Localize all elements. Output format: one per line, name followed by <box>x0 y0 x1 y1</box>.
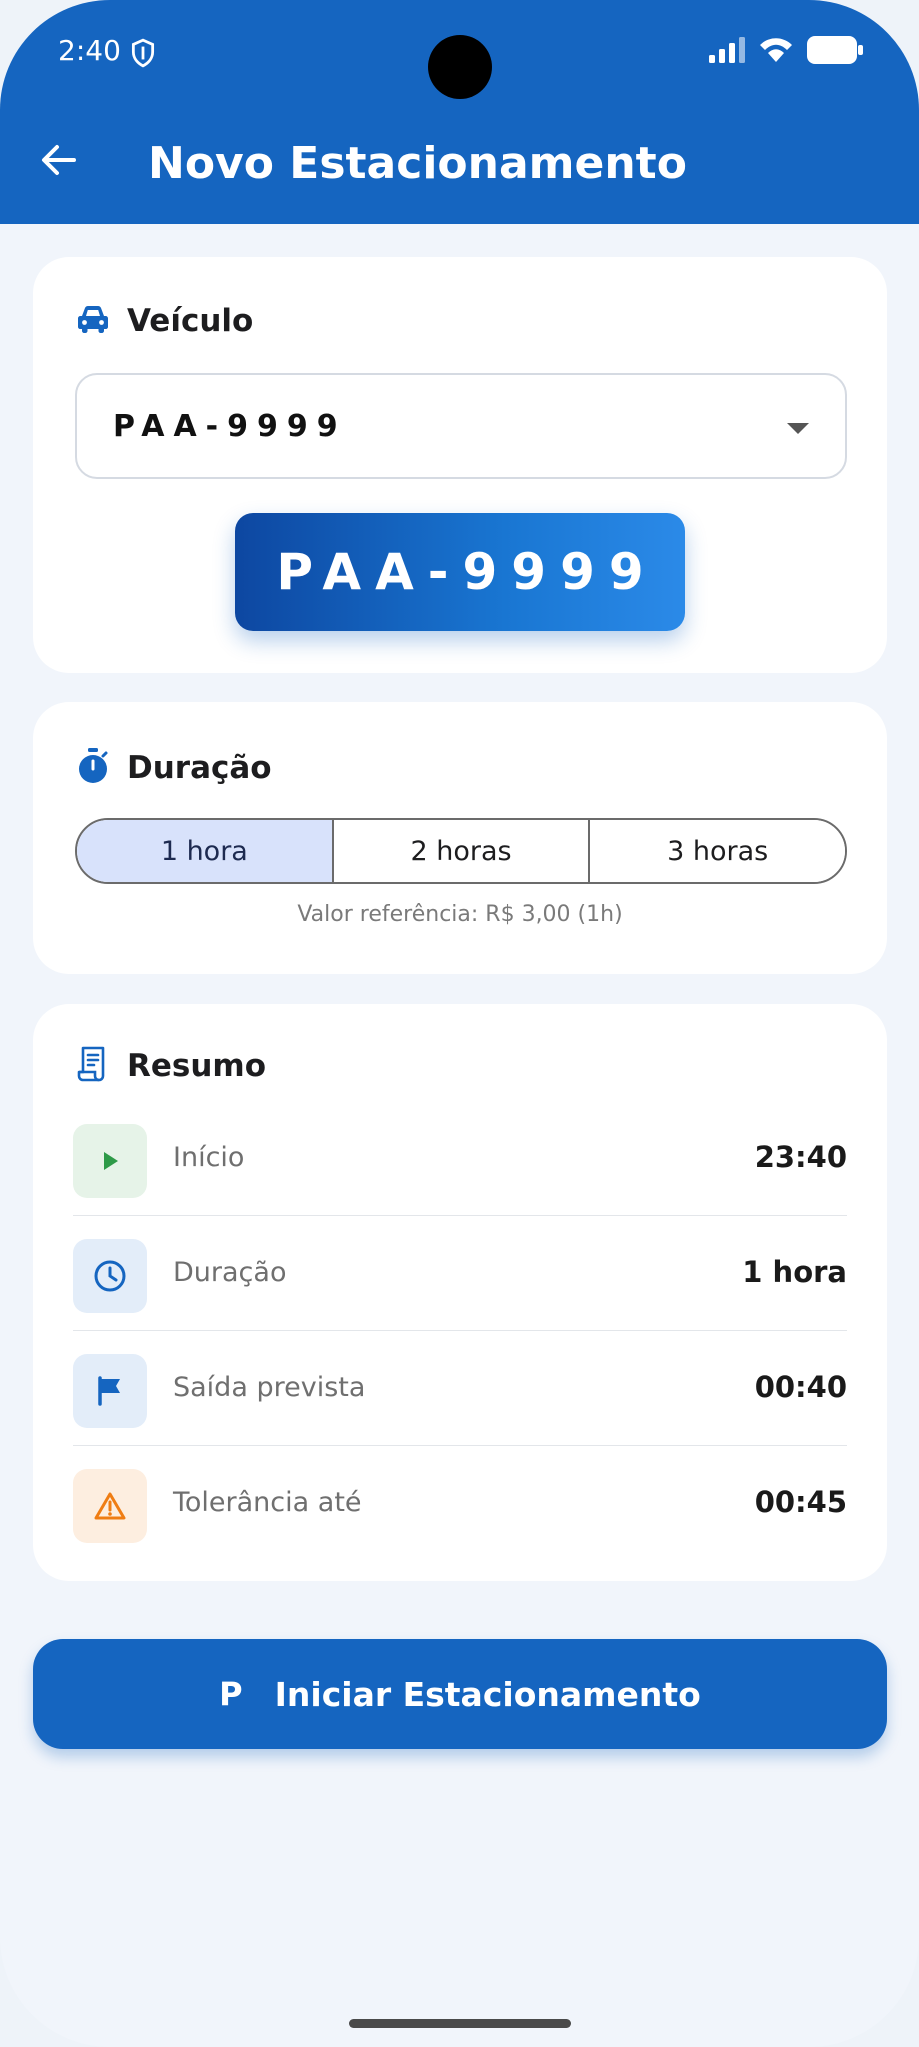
summary-start-label: Início <box>173 1142 245 1173</box>
page-title: Novo Estacionamento <box>148 138 687 189</box>
summary-section-title: Resumo <box>127 1048 267 1084</box>
divider <box>73 1445 847 1446</box>
car-icon <box>77 305 109 337</box>
duration-card-header: Duração <box>77 748 272 788</box>
start-parking-button[interactable]: P Iniciar Estacionamento <box>33 1639 887 1749</box>
status-time: 2:40 <box>58 34 121 67</box>
license-plate-display: PAA-9999 <box>235 513 685 631</box>
start-parking-label: Iniciar Estacionamento <box>274 1674 701 1714</box>
summary-duration-label: Duração <box>173 1257 287 1288</box>
vehicle-section-title: Veículo <box>127 303 254 339</box>
summary-duration-value: 1 hora <box>742 1255 847 1289</box>
duration-card: Duração 1 hora 2 horas 3 horas Valor ref… <box>33 702 887 974</box>
back-button[interactable] <box>36 140 80 184</box>
duration-option-3h[interactable]: 3 horas <box>590 820 845 882</box>
caret-down-icon <box>787 423 809 434</box>
status-indicators <box>709 36 863 68</box>
divider <box>73 1330 847 1331</box>
parking-icon: P <box>219 1675 243 1713</box>
duration-section-title: Duração <box>127 750 272 786</box>
summary-exit-value: 00:40 <box>754 1370 847 1404</box>
shield-icon <box>130 38 156 72</box>
wifi-icon <box>759 37 793 67</box>
vehicle-select[interactable]: PAA-9999 <box>75 373 847 479</box>
arrow-left-icon <box>40 143 76 181</box>
flag-icon <box>73 1354 147 1428</box>
vehicle-card-header: Veículo <box>77 303 253 339</box>
duration-option-2h[interactable]: 2 horas <box>333 820 591 882</box>
summary-tolerance-value: 00:45 <box>754 1485 847 1519</box>
stopwatch-icon <box>77 748 109 788</box>
screen: 2:40 Novo Estacionamento Veículo PAA-999… <box>0 0 919 2047</box>
vehicle-select-value: PAA-9999 <box>113 409 347 444</box>
warning-icon <box>73 1469 147 1543</box>
app-bar: 2:40 Novo Estacionamento <box>0 0 919 224</box>
duration-segmented-control: 1 hora 2 horas 3 horas <box>75 818 847 884</box>
clock-icon <box>73 1239 147 1313</box>
summary-card-header: Resumo <box>77 1046 266 1086</box>
summary-tolerance-label: Tolerância até <box>173 1487 362 1518</box>
summary-row-exit: Saída prevista 00:40 <box>73 1334 847 1449</box>
front-camera <box>428 35 492 99</box>
summary-start-value: 23:40 <box>754 1140 847 1174</box>
battery-icon <box>807 36 863 68</box>
license-plate-text: PAA-9999 <box>276 543 658 601</box>
status-bar: 2:40 <box>0 0 919 110</box>
duration-option-1h[interactable]: 1 hora <box>77 820 334 882</box>
play-icon <box>73 1124 147 1198</box>
signal-icon <box>709 37 745 67</box>
summary-exit-label: Saída prevista <box>173 1372 366 1403</box>
summary-row-tolerance: Tolerância até 00:45 <box>73 1449 847 1564</box>
reference-price-text: Valor referência: R$ 3,00 (1h) <box>297 902 623 927</box>
vehicle-card: Veículo PAA-9999 PAA-9999 <box>33 257 887 673</box>
receipt-icon <box>77 1046 109 1086</box>
divider <box>73 1215 847 1216</box>
home-indicator[interactable] <box>349 2019 571 2028</box>
summary-card: Resumo Início 23:40 Duração 1 hora Saída… <box>33 1004 887 1581</box>
summary-row-duration: Duração 1 hora <box>73 1219 847 1334</box>
summary-row-start: Início 23:40 <box>73 1104 847 1219</box>
